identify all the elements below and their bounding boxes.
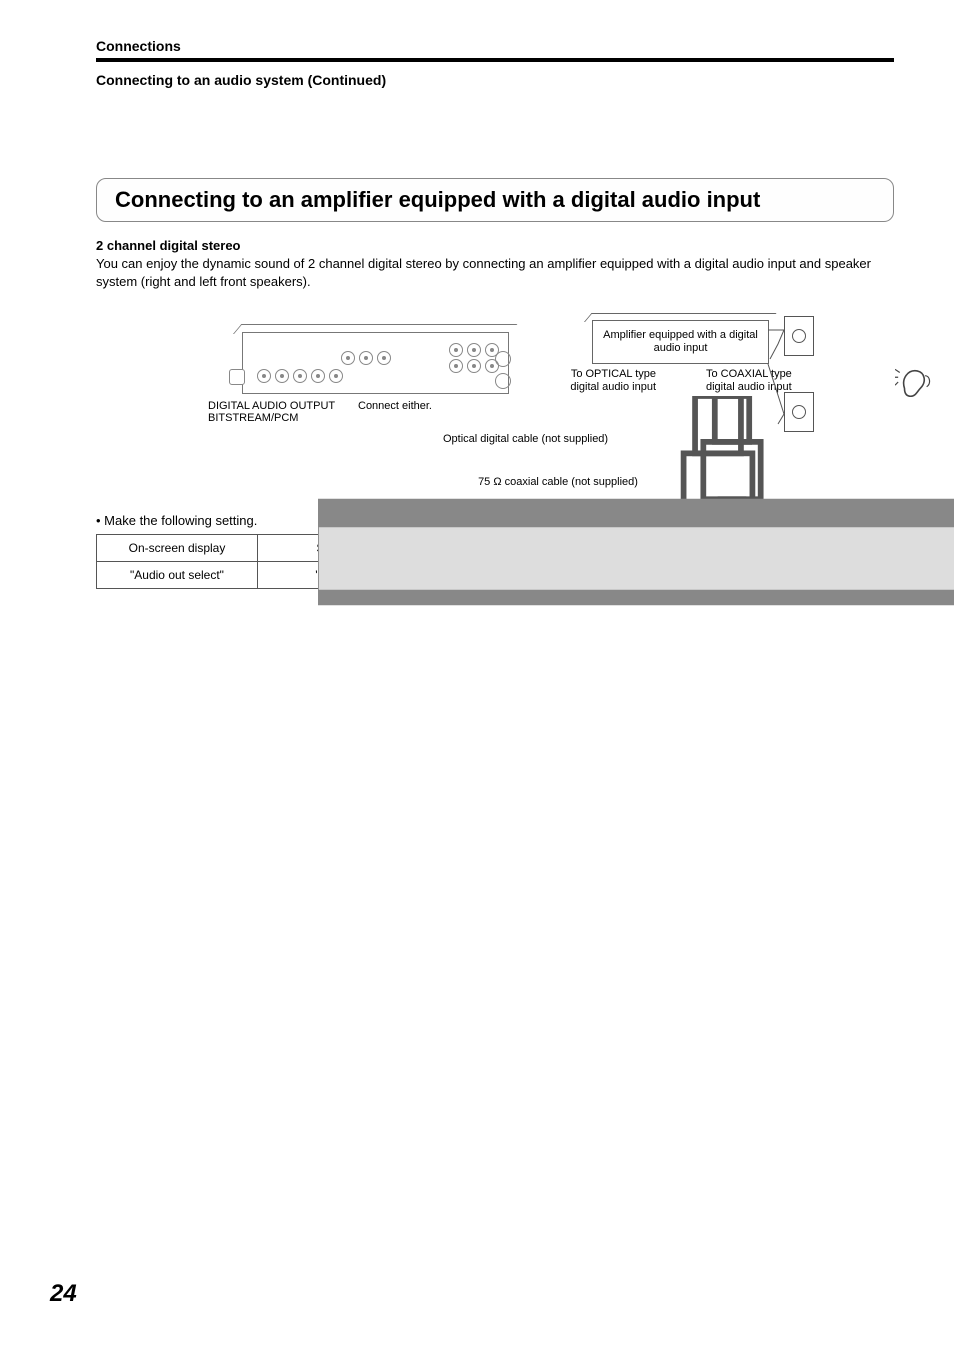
amplifier-box: Amplifier equipped with a digital audio …	[592, 320, 769, 364]
subsection-head: 2 channel digital stereo	[96, 238, 894, 253]
optical-input-label: To OPTICAL type digital audio input	[564, 368, 656, 394]
power-socket-icon	[229, 369, 245, 385]
main-heading: Connecting to an amplifier equipped with…	[115, 187, 875, 213]
amplifier-label: Amplifier equipped with a digital audio …	[593, 329, 768, 355]
breadcrumb: Connections	[96, 38, 894, 54]
heading-box: Connecting to an amplifier equipped with…	[96, 178, 894, 222]
section-subtitle: Connecting to an audio system (Continued…	[96, 72, 894, 88]
unit-back-panel	[242, 332, 509, 394]
unit-label-line2: BITSTREAM/PCM	[208, 412, 298, 425]
body-paragraph: You can enjoy the dynamic sound of 2 cha…	[96, 255, 894, 290]
coax-cable-arrow	[318, 461, 954, 656]
rca-jack-icon	[495, 351, 511, 367]
rca-jack-icon	[495, 373, 511, 389]
table-cell: "Audio out select"	[97, 562, 258, 589]
table-header: On-screen display	[97, 535, 258, 562]
connection-diagram: DIGITAL AUDIO OUTPUT BITSTREAM/PCM Conne…	[178, 304, 954, 499]
page-number: 24	[50, 1280, 77, 1308]
divider-thick	[96, 58, 894, 62]
